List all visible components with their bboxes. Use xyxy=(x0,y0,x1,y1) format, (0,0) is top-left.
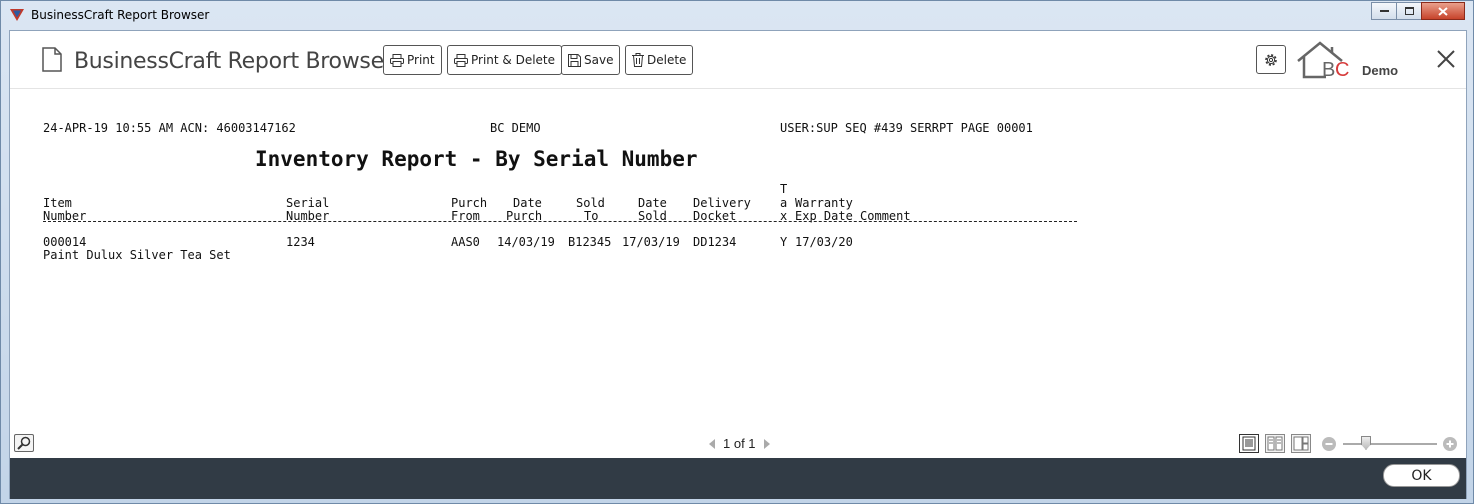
printer-icon xyxy=(390,53,404,67)
app-icon xyxy=(10,9,24,21)
col-serial-line1: Serial xyxy=(286,196,330,210)
save-label: Save xyxy=(584,53,614,67)
businesscraft-logo: B C xyxy=(1297,41,1349,79)
settings-button[interactable] xyxy=(1256,45,1286,74)
col-delivery-line1: Delivery xyxy=(693,196,751,210)
header-separator xyxy=(43,221,1077,222)
minimize-button[interactable] xyxy=(1371,2,1397,20)
report-header-left: 24-APR-19 10:55 AM ACN: 46003147162 xyxy=(43,121,296,135)
header-toolbar: BusinessCraft Report Browser Print Print… xyxy=(10,31,1466,89)
col-purch-line1: Purch xyxy=(451,196,488,210)
client-area: BusinessCraft Report Browser Print Print… xyxy=(9,30,1467,499)
row-sold-to: B12345 xyxy=(568,235,612,249)
print-label: Print xyxy=(407,53,435,67)
printer-icon xyxy=(454,53,468,67)
col-sold-line1: Sold xyxy=(576,196,605,210)
row-serial: 1234 xyxy=(286,235,315,249)
single-page-view-button[interactable] xyxy=(1239,434,1259,453)
print-delete-button[interactable]: Print & Delete xyxy=(447,45,563,75)
gear-icon xyxy=(1265,53,1277,66)
col-warranty-line1: Warranty xyxy=(795,196,853,210)
search-button[interactable] xyxy=(14,434,34,452)
row-purch-from: AAS0 xyxy=(451,235,480,249)
title-bar[interactable]: BusinessCraft Report Browser xyxy=(1,1,1473,30)
report-browser-window: BusinessCraft Report Browser BusinessCra… xyxy=(0,0,1474,504)
delete-label: Delete xyxy=(647,53,687,67)
minimize-icon xyxy=(1379,9,1389,12)
row-warranty: 17/03/20 xyxy=(795,235,853,249)
two-page-icon xyxy=(1267,436,1283,451)
page-indicator: 1 of 1 xyxy=(723,436,756,451)
zoom-slider-thumb[interactable] xyxy=(1361,436,1371,450)
col-date-purch-line1: Date xyxy=(513,196,542,210)
zoom-in-button[interactable] xyxy=(1443,437,1457,451)
two-page-view-button[interactable] xyxy=(1265,434,1285,453)
delete-button[interactable]: Delete xyxy=(625,45,694,75)
col-date-sold-line1: Date xyxy=(638,196,667,210)
floppy-disk-icon xyxy=(568,53,581,67)
plus-icon xyxy=(1446,440,1454,448)
close-icon xyxy=(1438,6,1448,16)
multi-page-icon xyxy=(1293,436,1309,451)
row-tax: Y xyxy=(780,235,788,249)
footer-bar: OK xyxy=(10,458,1466,499)
maximize-button[interactable] xyxy=(1396,2,1422,20)
search-icon xyxy=(17,436,31,450)
zoom-out-button[interactable] xyxy=(1322,437,1336,451)
print-delete-label: Print & Delete xyxy=(471,53,556,67)
col-tax-line0: T xyxy=(780,182,788,196)
print-button[interactable]: Print xyxy=(383,45,442,75)
window-close-button[interactable] xyxy=(1421,2,1465,20)
app-title: BusinessCraft Report Browser xyxy=(74,49,393,74)
window-title: BusinessCraft Report Browser xyxy=(31,8,210,22)
bottom-toolbar: 1 of 1 xyxy=(10,430,1466,458)
report-header-right: USER:SUP SEQ #439 SERRPT PAGE 00001 xyxy=(780,121,1033,135)
zoom-slider-track[interactable] xyxy=(1343,443,1437,445)
svg-text:B: B xyxy=(1322,59,1335,79)
report-view: 24-APR-19 10:55 AM ACN: 46003147162 BC D… xyxy=(10,90,1466,430)
previous-page-icon[interactable] xyxy=(709,438,715,449)
report-header-center: BC DEMO xyxy=(490,121,541,135)
row-description: Paint Dulux Silver Tea Set xyxy=(43,248,231,262)
maximize-icon xyxy=(1404,7,1414,15)
row-date-purch: 14/03/19 xyxy=(497,235,555,249)
row-date-sold: 17/03/19 xyxy=(622,235,680,249)
svg-text:C: C xyxy=(1335,59,1349,79)
row-item: 000014 xyxy=(43,235,87,249)
save-button[interactable]: Save xyxy=(561,45,621,75)
ok-button[interactable]: OK xyxy=(1383,464,1460,487)
single-page-icon xyxy=(1242,436,1256,451)
close-icon[interactable] xyxy=(1434,47,1458,71)
report-title: Inventory Report - By Serial Number xyxy=(255,147,698,171)
trash-icon xyxy=(632,53,644,67)
row-delivery: DD1234 xyxy=(693,235,737,249)
document-icon xyxy=(42,47,62,72)
next-page-icon[interactable] xyxy=(763,438,770,449)
logo-subtitle: Demo xyxy=(1362,63,1399,78)
multi-page-view-button[interactable] xyxy=(1291,434,1311,453)
col-item-line1: Item xyxy=(43,196,72,210)
page-navigator: 1 of 1 xyxy=(705,436,774,451)
col-tax-line1: a xyxy=(780,196,788,210)
minus-icon xyxy=(1325,443,1333,445)
